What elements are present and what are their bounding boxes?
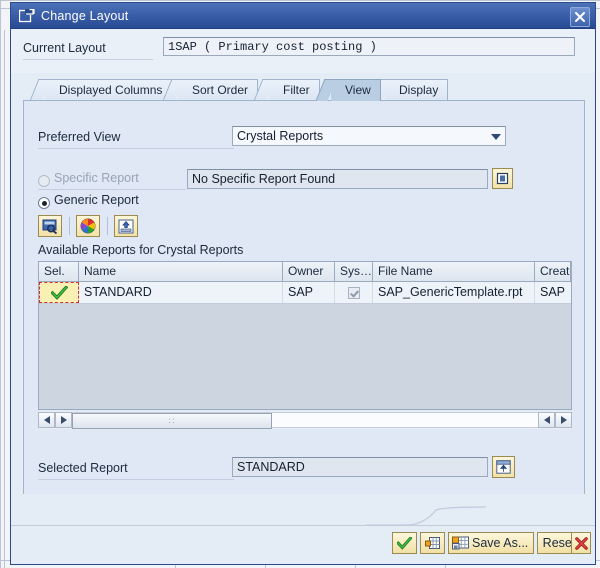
footer-curve-decoration [366,506,486,526]
current-layout-row: Current Layout 1SAP ( Primary cost posti… [11,29,595,73]
grid-horizontal-scrollbar[interactable]: ∷ [38,411,572,429]
cell-file-name: SAP_GenericTemplate.rpt [373,282,535,303]
scroll-page-left-button[interactable] [55,412,72,428]
import-report-icon[interactable] [114,215,138,237]
tab-filter[interactable]: Filter [253,79,320,101]
scrollbar-thumb[interactable]: ∷ [72,413,272,429]
selected-report-field[interactable]: STANDARD [232,457,488,477]
grid-layout-icon [424,537,440,549]
preferred-view-select[interactable]: Crystal Reports [232,126,506,146]
tab-label: Sort Order [192,83,249,97]
tab-slant [29,79,51,101]
dialog-title: Change Layout [41,8,129,23]
cell-sys [335,282,373,303]
close-icon[interactable] [570,7,590,27]
available-reports-grid: Sel. Name Owner Sys… File Name Created S… [38,261,572,410]
tabstrip: Displayed Columns Sort Order Filter View… [23,79,585,101]
chevron-down-icon[interactable] [488,129,503,144]
layout-window-icon [19,8,35,23]
scroll-page-right-button[interactable] [538,412,555,428]
scroll-right-button[interactable] [555,412,572,428]
scroll-left-button[interactable] [38,412,55,428]
color-palette-icon[interactable] [76,215,100,237]
save-as-button[interactable]: Save As... [448,532,534,554]
specific-report-field: No Specific Report Found [187,169,488,189]
specific-report-label: Specific Report [54,171,139,185]
current-layout-label: Current Layout [23,41,106,55]
column-header-sel[interactable]: Sel. [39,262,79,281]
select-report-icon[interactable] [492,456,515,478]
column-header-file-name[interactable]: File Name [373,262,535,281]
cell-owner: SAP [283,282,335,303]
generic-report-label: Generic Report [54,193,139,207]
value-help-icon[interactable] [492,168,513,189]
cell-name: STANDARD [79,282,283,303]
save-as-label: Save As... [472,536,529,550]
tab-displayed-columns[interactable]: Displayed Columns [29,79,173,101]
cancel-button[interactable] [571,532,591,554]
tab-label: Filter [283,83,310,97]
generic-report-radio[interactable] [38,197,50,209]
check-icon [397,536,412,550]
column-header-name[interactable]: Name [79,262,283,281]
column-header-created[interactable]: Created [535,262,571,281]
grid-header-row: Sel. Name Owner Sys… File Name Created [39,262,571,282]
current-layout-field[interactable]: 1SAP ( Primary cost posting ) [163,37,575,56]
change-layout-dialog: Change Layout Current Layout 1SAP ( Prim… [10,2,596,565]
footer-divider [11,525,595,526]
save-grid-icon [452,536,469,550]
confirm-button[interactable] [392,532,417,554]
grid-title: Available Reports for Crystal Reports [38,243,244,257]
cell-created: SAP [540,285,566,299]
cancel-x-icon [574,536,588,550]
display-report-icon[interactable] [38,215,62,237]
scrollbar-track[interactable]: ∷ [72,412,538,429]
tab-label: Displayed Columns [59,83,163,97]
screenshot-root: Change Layout Current Layout 1SAP ( Prim… [0,0,600,568]
preferred-view-value: Crystal Reports [237,129,324,143]
dialog-footer: Save As... Reset [11,494,595,564]
copy-layout-button[interactable] [420,532,445,554]
selected-report-label: Selected Report [38,461,128,475]
row-select-cell[interactable] [39,282,79,303]
column-header-sys[interactable]: Sys… [335,262,373,281]
sys-checkbox-icon [347,286,360,299]
scrollbar-grip-icon: ∷ [168,416,176,426]
dialog-titlebar[interactable]: Change Layout [11,3,595,29]
tab-label: View [345,83,371,97]
tab-display[interactable]: Display [369,79,449,101]
tab-view[interactable]: View [315,79,381,101]
preferred-view-label: Preferred View [38,130,121,144]
specific-report-radio[interactable] [38,175,50,187]
check-icon [50,285,68,300]
tab-sort-order[interactable]: Sort Order [162,79,259,101]
table-row[interactable]: STANDARD SAP SAP_GenericTemplate.rpt SAP [39,282,571,304]
column-header-owner[interactable]: Owner [283,262,335,281]
view-tab-panel: Preferred View Crystal Reports Specific … [23,100,585,495]
tab-label: Display [399,83,439,97]
